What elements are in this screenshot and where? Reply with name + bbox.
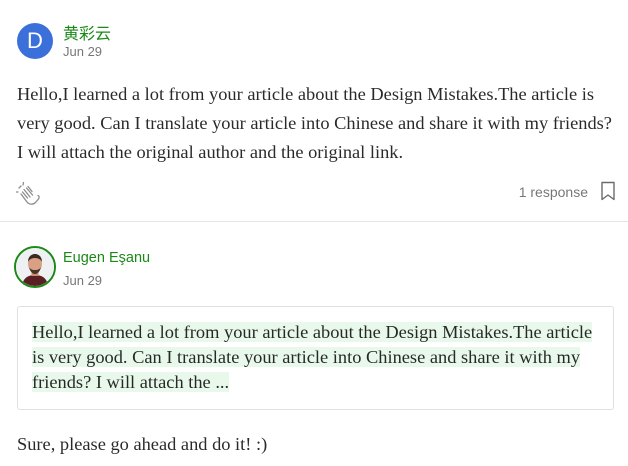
quoted-text-highlight: Hello,I learned a lot from your article … (32, 322, 593, 392)
bookmark-icon[interactable] (600, 181, 616, 201)
post-date[interactable]: Jun 29 (63, 44, 102, 59)
author-name[interactable]: 黄彩云 (63, 20, 111, 44)
author-name[interactable]: Eugen Eşanu (63, 250, 150, 266)
reply-text: Sure, please go ahead and do it! :) (17, 434, 268, 454)
response-card: D 黄彩云 Jun 29 Hello,I learned a lot from … (0, 0, 628, 222)
response-body: Hello,I learned a lot from your article … (17, 84, 612, 162)
quoted-text: Hello,I learned a lot from your article … (32, 320, 599, 395)
clap-icon[interactable] (15, 180, 43, 208)
quoted-response-card[interactable]: Hello,I learned a lot from your article … (17, 306, 614, 410)
avatar-letter: D (27, 28, 43, 53)
post-date[interactable]: Jun 29 (63, 273, 102, 288)
divider (0, 221, 628, 222)
responses-count-link[interactable]: 1 response (519, 184, 588, 200)
avatar[interactable]: D (17, 23, 53, 59)
avatar[interactable] (14, 246, 56, 288)
